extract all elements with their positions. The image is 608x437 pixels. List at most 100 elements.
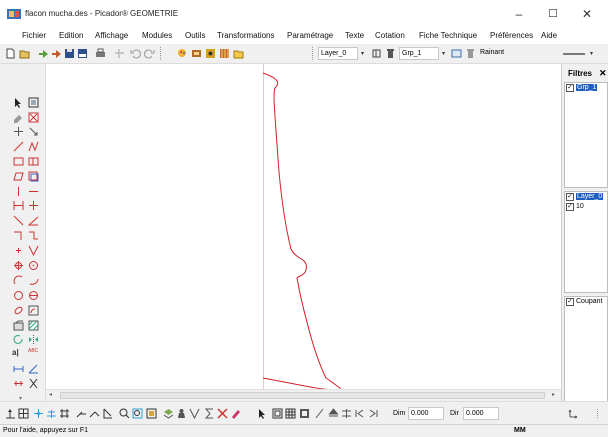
group-select[interactable]: Grp_1 [399, 47, 439, 60]
scroll-left-icon[interactable]: ◂ [49, 391, 52, 398]
rectangle-icon[interactable] [13, 156, 24, 167]
menu-texte[interactable]: Texte [345, 31, 364, 40]
diagonal-line-icon[interactable] [13, 215, 24, 226]
drawing-canvas[interactable] [46, 64, 561, 389]
dir-input[interactable]: 0.000 [463, 407, 499, 420]
menu-fiche-technique[interactable]: Fiche Technique [419, 31, 477, 40]
zoom-extents-icon[interactable] [146, 408, 157, 419]
angle-line-icon[interactable] [28, 215, 39, 226]
cross-delete-icon[interactable] [217, 408, 228, 419]
double-rect-icon[interactable] [28, 156, 39, 167]
dimension-tool-icon[interactable] [13, 363, 24, 374]
snap-midpoint-icon[interactable] [46, 408, 57, 419]
menu-cotation[interactable]: Cotation [375, 31, 405, 40]
group-item-grp1[interactable]: ✓ Grp_1 [565, 83, 607, 93]
toolbar-options-icon[interactable] [592, 408, 603, 419]
menu-aide[interactable]: Aide [541, 31, 557, 40]
step-line-icon[interactable] [28, 230, 39, 241]
menu-affichage[interactable]: Affichage [95, 31, 128, 40]
type-item-coupant[interactable]: ✓ Coupant [565, 297, 607, 307]
parallelogram-icon[interactable] [13, 171, 24, 182]
menu-transformations[interactable]: Transformations [217, 31, 275, 40]
polyline-icon[interactable] [28, 141, 39, 152]
save-as-icon[interactable] [77, 48, 88, 59]
snap-grid2-icon[interactable] [59, 408, 70, 419]
layer-checkbox[interactable]: ✓ [566, 193, 574, 201]
sigma-icon[interactable] [204, 408, 215, 419]
arc-icon[interactable] [13, 275, 24, 286]
minimize-button[interactable]: – [502, 4, 536, 24]
snap-center-icon[interactable] [33, 408, 44, 419]
measure-icon[interactable] [13, 378, 24, 389]
text-abc-icon[interactable]: ABC [28, 348, 39, 359]
menu-preferences[interactable]: Préférences [490, 31, 533, 40]
person-icon[interactable] [176, 408, 187, 419]
open-folder-icon[interactable] [19, 48, 30, 59]
circle-diameter-icon[interactable] [28, 290, 39, 301]
snap-endpoint-icon[interactable] [5, 408, 16, 419]
dim-input[interactable]: 0.000 [408, 407, 444, 420]
v-tool-icon[interactable] [189, 408, 200, 419]
split-icon[interactable] [314, 408, 325, 419]
rotate-icon[interactable] [13, 334, 24, 345]
plus-line-icon[interactable] [28, 200, 39, 211]
filters-close-button[interactable]: ✕ [599, 68, 607, 79]
snap-tangent-icon[interactable] [76, 408, 87, 419]
pointer-icon[interactable] [257, 408, 268, 419]
fillet-icon[interactable] [28, 305, 39, 316]
frame-icon[interactable] [299, 408, 310, 419]
delete-group-icon[interactable] [465, 48, 476, 59]
intersect-icon[interactable] [13, 260, 24, 271]
chamfer-icon[interactable] [13, 320, 24, 331]
delete-box-icon[interactable] [28, 112, 39, 123]
offset-rect-icon[interactable] [28, 171, 39, 182]
mirror-icon[interactable] [28, 334, 39, 345]
maximize-button[interactable]: ☐ [536, 4, 570, 24]
menu-fichier[interactable]: Fichier [22, 31, 46, 40]
coordinates-icon[interactable] [568, 408, 579, 419]
corner-icon[interactable] [13, 230, 24, 241]
menu-edition[interactable]: Edition [59, 31, 83, 40]
save-icon[interactable] [64, 48, 75, 59]
scroll-right-icon[interactable]: ▸ [552, 391, 555, 398]
layer-properties-icon[interactable] [371, 48, 382, 59]
point-icon[interactable] [13, 245, 24, 256]
copy-move-icon[interactable] [28, 126, 39, 137]
scrollbar-thumb[interactable] [60, 392, 545, 399]
v-shape-icon[interactable] [28, 245, 39, 256]
cut-icon[interactable] [28, 378, 39, 389]
export-icon[interactable] [51, 48, 62, 59]
snap-angle-icon[interactable] [102, 408, 113, 419]
move-icon[interactable] [13, 126, 24, 137]
ellipse-icon[interactable] [13, 305, 24, 316]
delete-layer-icon[interactable] [385, 48, 396, 59]
text-tool-icon[interactable]: a| [12, 348, 23, 359]
undo-icon[interactable] [130, 48, 141, 59]
close-button[interactable]: ✕ [570, 4, 604, 24]
layer-select[interactable]: Layer_0 [318, 47, 358, 60]
angle-dim-icon[interactable] [28, 363, 39, 374]
clean-icon[interactable] [230, 408, 241, 419]
h-dimension-icon[interactable] [13, 200, 24, 211]
line-style-preview[interactable] [563, 53, 585, 55]
type-checkbox[interactable]: ✓ [566, 298, 574, 306]
flip-icon[interactable] [341, 408, 352, 419]
layer-checkbox[interactable]: ✓ [566, 203, 574, 211]
arc-3pt-icon[interactable] [28, 275, 39, 286]
prev-icon[interactable] [354, 408, 365, 419]
next-icon[interactable] [368, 408, 379, 419]
new-file-icon[interactable] [5, 48, 16, 59]
folder-yellow-icon[interactable] [233, 48, 244, 59]
palette-icon[interactable] [177, 48, 188, 59]
print-icon[interactable] [95, 48, 106, 59]
select-box-icon[interactable] [28, 97, 39, 108]
vertical-line-icon[interactable] [13, 186, 24, 197]
symbols-icon[interactable] [205, 48, 216, 59]
menu-outils[interactable]: Outils [185, 31, 205, 40]
snap-grid-icon[interactable] [18, 408, 29, 419]
line-icon[interactable] [13, 141, 24, 152]
group-checkbox[interactable]: ✓ [566, 84, 574, 92]
import-icon[interactable] [38, 48, 49, 59]
group-properties-icon[interactable] [451, 48, 462, 59]
snap-perpendicular-icon[interactable] [89, 408, 100, 419]
